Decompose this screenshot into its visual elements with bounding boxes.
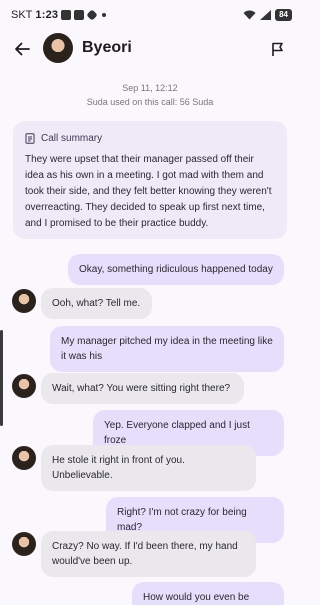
carrier-label: SKT bbox=[11, 9, 33, 21]
status-bar: SKT 1:23 84 bbox=[0, 0, 300, 30]
summary-title: Call summary bbox=[41, 133, 103, 144]
message-bubble-received[interactable]: Wait, what? You were sitting right there… bbox=[41, 373, 244, 404]
message-bubble-received[interactable]: Crazy? No way. If I'd been there, my han… bbox=[41, 531, 256, 577]
gallery-notification-icon bbox=[61, 10, 72, 20]
report-button[interactable] bbox=[266, 37, 290, 61]
chat-header: Byeori bbox=[0, 30, 300, 68]
clock-time: 1:23 bbox=[35, 9, 59, 21]
wifi-icon bbox=[243, 10, 256, 20]
message-avatar[interactable] bbox=[12, 532, 36, 556]
summary-text: They were upset that their manager passe… bbox=[25, 154, 272, 229]
call-date: Sep 11, 12:12 bbox=[122, 83, 178, 93]
flag-icon bbox=[272, 42, 283, 56]
document-icon bbox=[25, 133, 35, 144]
more-notifications-dot-icon bbox=[102, 13, 107, 17]
app-notification-icon bbox=[74, 10, 85, 20]
message-bubble-sent[interactable]: How would you even be there bbox=[132, 582, 284, 605]
signal-icon bbox=[260, 10, 272, 20]
message-bubble-received[interactable]: Ooh, what? Tell me. bbox=[41, 288, 152, 319]
call-summary-card: Call summary They were upset that their … bbox=[13, 121, 287, 239]
message-bubble-received[interactable]: He stole it right in front of you. Unbel… bbox=[41, 445, 256, 491]
settings-notification-icon bbox=[86, 9, 98, 21]
message-bubble-sent[interactable]: Okay, something ridiculous happened toda… bbox=[68, 254, 284, 285]
arrow-left-icon bbox=[15, 42, 30, 56]
message-avatar[interactable] bbox=[12, 374, 36, 398]
message-avatar[interactable] bbox=[12, 446, 36, 470]
edge-handle[interactable] bbox=[0, 330, 3, 426]
back-button[interactable] bbox=[10, 37, 34, 61]
contact-name: Byeori bbox=[82, 39, 132, 56]
contact-avatar[interactable] bbox=[43, 33, 73, 63]
message-bubble-sent[interactable]: My manager pitched my idea in the meetin… bbox=[50, 326, 284, 372]
message-avatar[interactable] bbox=[12, 289, 36, 313]
battery-indicator: 84 bbox=[275, 9, 292, 21]
call-usage: Suda used on this call: 56 Suda bbox=[86, 97, 214, 107]
